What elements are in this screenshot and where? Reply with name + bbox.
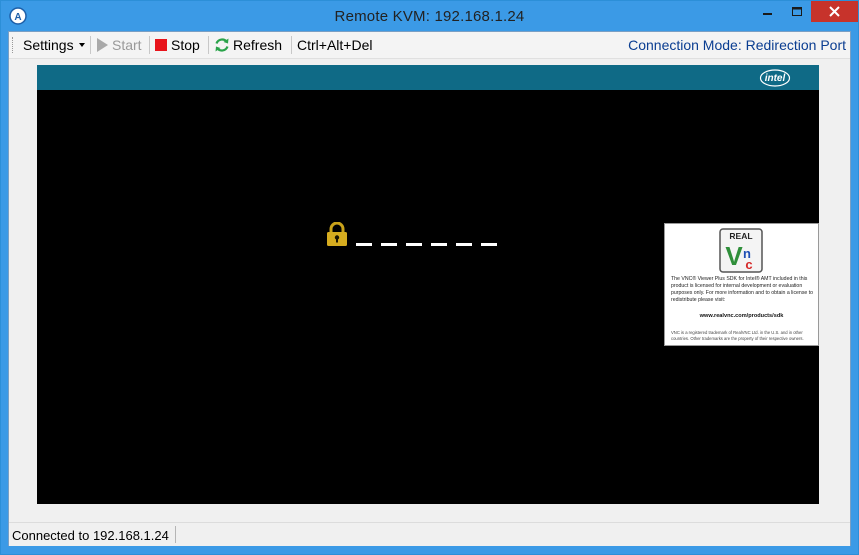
refresh-button[interactable]: Refresh	[214, 37, 282, 54]
refresh-label: Refresh	[233, 37, 283, 53]
maximize-icon	[792, 7, 802, 16]
password-mask-char	[456, 243, 472, 246]
close-icon	[829, 6, 840, 17]
settings-label: Settings	[23, 37, 74, 53]
title-bar[interactable]: A Remote KVM: 192.168.1.24	[1, 1, 858, 31]
svg-text:c: c	[745, 257, 752, 272]
client-area: Settings Start Stop Refresh Ctrl+Alt+Del…	[8, 31, 851, 546]
vnc-license-text: The VNC® Viewer Plus SDK for Intel® AMT …	[671, 276, 814, 303]
password-mask-char	[406, 243, 422, 246]
toolbar-grip[interactable]	[12, 37, 15, 53]
stop-button[interactable]: Stop	[155, 37, 200, 54]
svg-text:REAL: REAL	[729, 231, 752, 241]
password-mask[interactable]	[356, 242, 506, 248]
remote-header-bar: intel	[37, 65, 819, 90]
toolbar: Settings Start Stop Refresh Ctrl+Alt+Del…	[9, 32, 850, 59]
chevron-down-icon	[78, 43, 85, 48]
toolbar-separator	[291, 36, 292, 54]
svg-text:V: V	[725, 241, 743, 271]
ctrl-alt-del-button[interactable]: Ctrl+Alt+Del	[297, 37, 372, 54]
status-bar: Connected to 192.168.1.24	[9, 522, 850, 546]
stop-icon	[155, 39, 167, 51]
padlock-icon	[327, 222, 347, 246]
kvm-window: A Remote KVM: 192.168.1.24 Settings Star…	[0, 0, 859, 555]
toolbar-separator	[90, 36, 91, 54]
vnc-license-notice: REAL V n c The VNC® Viewer Plus SDK for …	[664, 223, 819, 346]
svg-text:intel: intel	[765, 73, 786, 84]
close-button[interactable]	[811, 1, 858, 22]
toolbar-separator	[208, 36, 209, 54]
toolbar-separator	[149, 36, 150, 54]
status-text: Connected to 192.168.1.24	[12, 528, 169, 543]
realvnc-logo: REAL V n c	[719, 228, 763, 273]
minimize-icon	[763, 13, 772, 15]
password-mask-char	[481, 243, 497, 246]
refresh-icon	[215, 38, 229, 52]
password-mask-char	[381, 243, 397, 246]
remote-screen[interactable]: intel REAL V n c The VNC® Viewer Plus SD	[37, 65, 819, 504]
vnc-trademark-text: VNC is a registered trademark of RealVNC…	[671, 330, 804, 341]
minimize-button[interactable]	[753, 1, 783, 22]
intel-logo: intel	[759, 69, 791, 87]
password-mask-char	[431, 243, 447, 246]
window-title: Remote KVM: 192.168.1.24	[334, 8, 525, 25]
start-button[interactable]: Start	[96, 37, 142, 54]
vnc-license-url: www.realvnc.com/products/sdk	[699, 313, 784, 319]
stop-label: Stop	[171, 37, 200, 53]
password-mask-char	[356, 243, 372, 246]
settings-menu[interactable]: Settings	[23, 37, 85, 54]
play-icon	[97, 38, 108, 52]
ctrl-alt-del-label: Ctrl+Alt+Del	[297, 37, 373, 53]
maximize-button[interactable]	[783, 1, 811, 22]
start-label: Start	[112, 37, 142, 53]
status-separator	[175, 526, 176, 543]
connection-mode-label: Connection Mode: Redirection Port	[628, 37, 846, 53]
